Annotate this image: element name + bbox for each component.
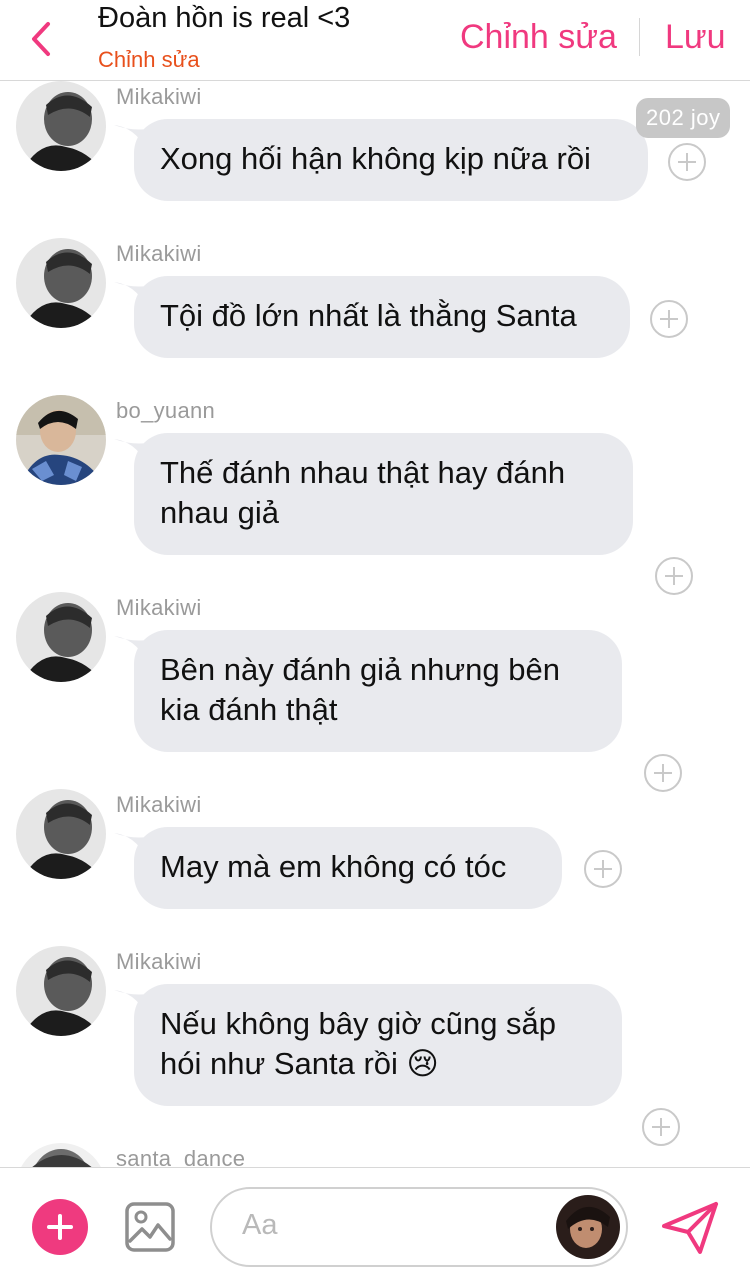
message-text-line: Xong hối hận không kịp nữa rồi <box>160 141 591 176</box>
avatar[interactable] <box>16 789 106 879</box>
react-button[interactable] <box>584 850 622 888</box>
react-button[interactable] <box>668 143 706 181</box>
message-username: santa_dance <box>116 1146 246 1167</box>
message-text-line: Nếu không bây giờ cũng sắp <box>160 1006 557 1041</box>
message-text-line: May mà em không có tóc <box>160 849 507 884</box>
chat-subtitle[interactable]: Chỉnh sửa <box>98 47 200 73</box>
message-input[interactable]: Aa <box>210 1187 628 1267</box>
composer-bar: Aa <box>0 1167 750 1288</box>
react-button[interactable] <box>655 557 693 595</box>
message-username: Mikakiwi <box>116 595 202 620</box>
message-bubble[interactable]: Thế đánh nhau thật hay đánh nhau giả <box>134 433 633 555</box>
react-button[interactable] <box>644 754 682 792</box>
message-list[interactable]: 202 joy Mikakiwi Xong hối hận không kịp … <box>0 81 750 1167</box>
avatar[interactable] <box>16 592 106 682</box>
send-button[interactable] <box>660 1200 720 1256</box>
chat-title: Đoàn hồn is real <3 <box>98 2 351 34</box>
header-divider <box>639 18 640 56</box>
avatar[interactable] <box>16 946 106 1036</box>
composer-avatar[interactable] <box>556 1195 620 1259</box>
message-username: Mikakiwi <box>116 792 202 817</box>
react-button[interactable] <box>642 1108 680 1146</box>
message-bubble[interactable]: Xong hối hận không kịp nữa rồi <box>134 119 648 201</box>
chat-header: Đoàn hồn is real <3 Chỉnh sửa Chỉnh sửa … <box>0 0 750 81</box>
joy-badge: 202 joy <box>636 98 731 138</box>
avatar[interactable] <box>16 1143 106 1167</box>
message-bubble[interactable]: Bên này đánh giả nhưng bên kia đánh thật <box>134 630 622 752</box>
image-button[interactable] <box>124 1201 176 1253</box>
message-username: Mikakiwi <box>116 949 202 974</box>
avatar[interactable] <box>16 238 106 328</box>
message-username: Mikakiwi <box>116 241 202 266</box>
react-button[interactable] <box>650 300 688 338</box>
message-username: Mikakiwi <box>116 84 202 109</box>
message-text-line: nhau giả <box>160 495 279 530</box>
message-text-line: hói như Santa rồi 😢 <box>160 1046 439 1081</box>
message-text-line: Thế đánh nhau thật hay đánh <box>160 455 566 490</box>
message-text-line: Tội đồ lớn nhất là thằng Santa <box>160 298 577 333</box>
save-button[interactable]: Lưu <box>665 18 726 57</box>
chevron-left-icon <box>32 22 50 56</box>
message-username: bo_yuann <box>116 398 216 423</box>
message-text-line: kia đánh thật <box>160 692 338 727</box>
back-button[interactable] <box>22 14 66 64</box>
edit-button[interactable]: Chỉnh sửa <box>460 18 617 57</box>
send-icon <box>662 1202 718 1254</box>
avatar[interactable] <box>16 395 106 485</box>
avatar[interactable] <box>16 81 106 171</box>
message-bubble[interactable]: Tội đồ lớn nhất là thằng Santa <box>134 276 630 358</box>
image-icon <box>125 1202 175 1252</box>
message-bubble[interactable]: May mà em không có tóc <box>134 827 562 909</box>
add-button[interactable] <box>32 1199 88 1255</box>
message-bubble[interactable]: Nếu không bây giờ cũng sắp hói như Santa… <box>134 984 622 1106</box>
message-text-line: Bên này đánh giả nhưng bên <box>160 652 560 687</box>
message-input-placeholder: Aa <box>242 1209 278 1241</box>
